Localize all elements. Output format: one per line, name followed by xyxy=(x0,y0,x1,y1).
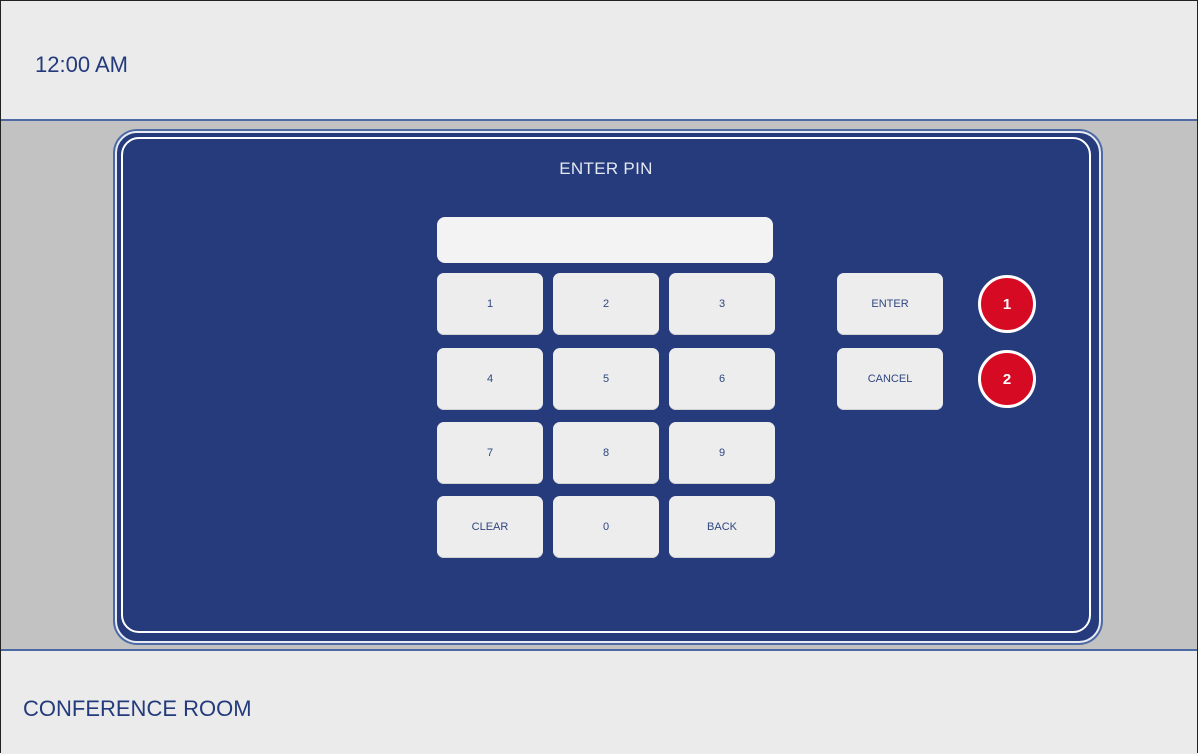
enter-button[interactable]: ENTER xyxy=(837,273,943,335)
key-4[interactable]: 4 xyxy=(437,348,543,410)
back-button[interactable]: BACK xyxy=(669,496,775,558)
room-name: CONFERENCE ROOM xyxy=(23,696,252,721)
clear-button[interactable]: CLEAR xyxy=(437,496,543,558)
key-7[interactable]: 7 xyxy=(437,422,543,484)
pin-dialog-body: ENTER PIN 1 2 3 4 5 6 7 8 9 CLEAR 0 BACK xyxy=(121,137,1091,633)
key-3[interactable]: 3 xyxy=(669,273,775,335)
cancel-button[interactable]: CANCEL xyxy=(837,348,943,410)
clock-time: 12:00 AM xyxy=(35,52,128,77)
key-8[interactable]: 8 xyxy=(553,422,659,484)
header-bar: 12:00 AM xyxy=(1,1,1197,121)
callout-badge-1: 1 xyxy=(978,275,1036,333)
touch-panel-screen: 12:00 AM ENTER PIN 1 2 3 4 5 6 7 8 9 CLE… xyxy=(0,0,1198,754)
key-5[interactable]: 5 xyxy=(553,348,659,410)
key-2[interactable]: 2 xyxy=(553,273,659,335)
key-9[interactable]: 9 xyxy=(669,422,775,484)
key-6[interactable]: 6 xyxy=(669,348,775,410)
dialog-title: ENTER PIN xyxy=(559,159,653,178)
pin-input[interactable] xyxy=(437,217,773,263)
footer-bar: CONFERENCE ROOM xyxy=(1,649,1197,754)
callout-badge-2: 2 xyxy=(978,350,1036,408)
pin-dialog: ENTER PIN 1 2 3 4 5 6 7 8 9 CLEAR 0 BACK xyxy=(115,131,1101,643)
key-1[interactable]: 1 xyxy=(437,273,543,335)
content-area: ENTER PIN 1 2 3 4 5 6 7 8 9 CLEAR 0 BACK xyxy=(1,121,1197,649)
key-0[interactable]: 0 xyxy=(553,496,659,558)
